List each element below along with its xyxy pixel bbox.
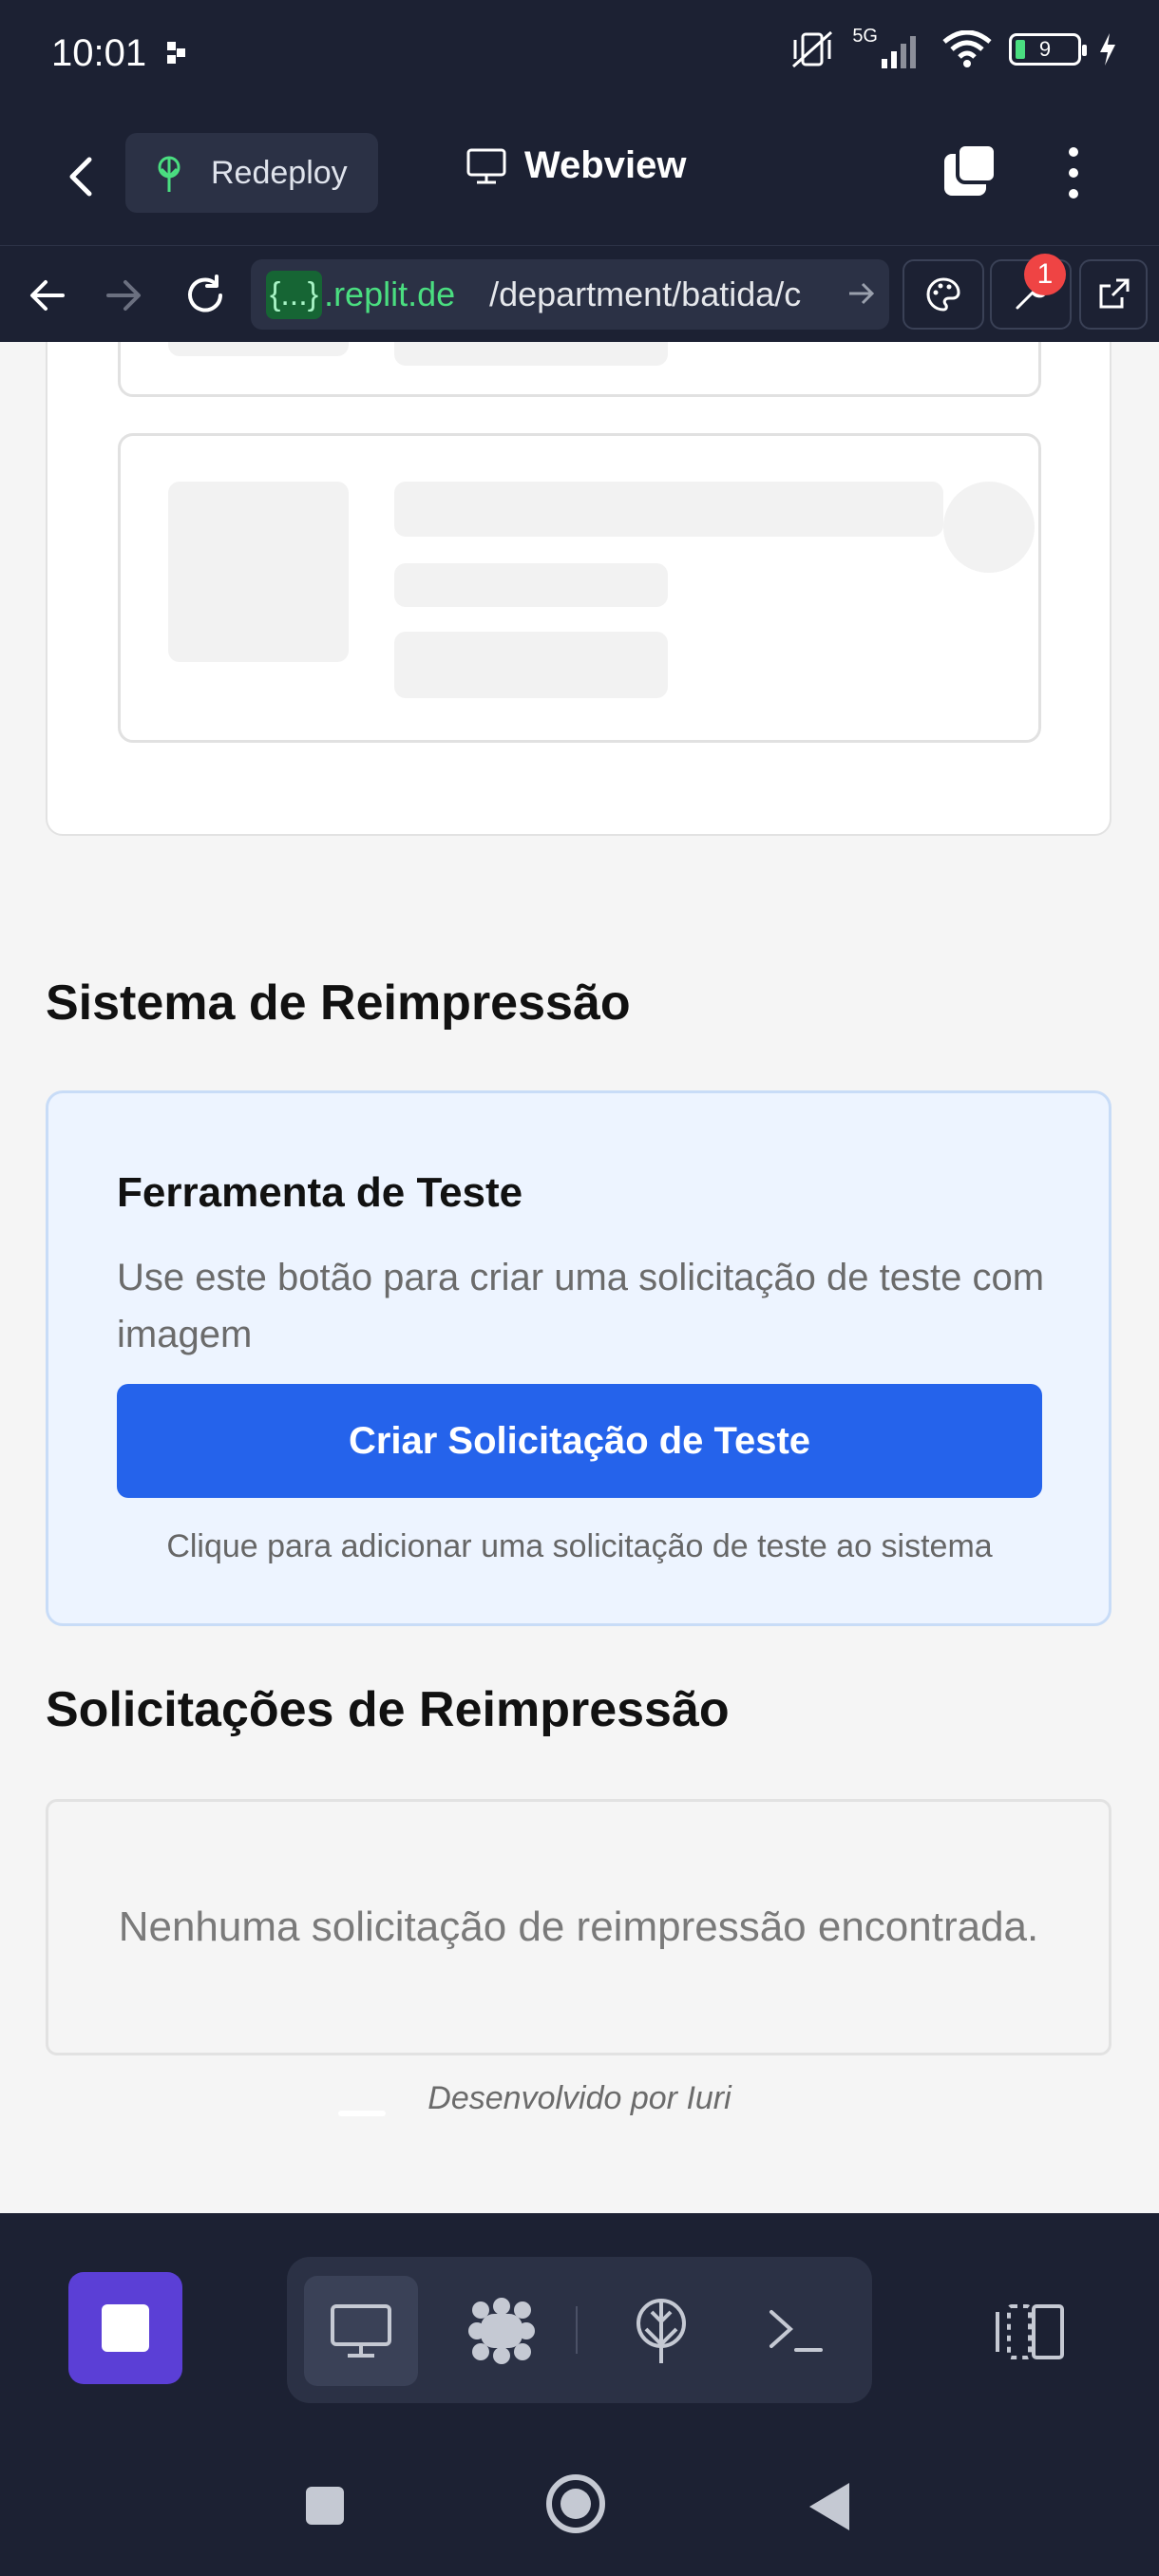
agent-icon	[468, 2298, 535, 2364]
tool-switcher	[287, 2257, 872, 2403]
redeploy-label: Redeploy	[211, 154, 348, 191]
browser-forward-button[interactable]	[95, 267, 152, 324]
terminal-icon	[770, 2310, 823, 2352]
test-tool-title: Ferramenta de Teste	[117, 1169, 523, 1216]
skeleton-thumb	[168, 482, 349, 662]
arrow-left-icon	[30, 280, 65, 311]
network-type: 5G	[852, 25, 878, 47]
status-bar: 10:01 5G 9	[0, 0, 1159, 112]
panel-layout-icon[interactable]	[990, 2299, 1068, 2365]
skeleton-thumb	[168, 342, 349, 356]
status-icons: 5G 9	[789, 25, 1117, 70]
webview-label: Webview	[524, 144, 687, 186]
battery-icon: 9	[1009, 33, 1087, 66]
test-tool-description: Use este botão para criar uma solicitaçã…	[117, 1257, 1045, 1355]
redeploy-button[interactable]: Redeploy	[125, 133, 378, 213]
back-icon[interactable]	[55, 146, 108, 207]
browser-back-button[interactable]	[19, 267, 76, 324]
system-back-icon[interactable]	[808, 2481, 851, 2532]
recents-icon[interactable]	[304, 2485, 346, 2527]
empty-message: Nenhuma solicitação de reimpressão encon…	[118, 1904, 1039, 1950]
test-tool-hint: Clique para adicionar uma solicitação de…	[166, 1528, 993, 1564]
wifi-icon	[942, 30, 992, 67]
url-bar: {...} .replit.de /department/batida/c 1	[0, 245, 1159, 342]
home-icon[interactable]	[545, 2473, 606, 2534]
url-path: /department/batida/c	[489, 275, 802, 313]
url-domain: .replit.de	[324, 275, 456, 313]
stop-icon	[102, 2304, 149, 2352]
reload-icon	[188, 275, 222, 313]
skeleton-line	[394, 342, 668, 366]
monitor-icon	[331, 2304, 391, 2358]
skeleton-line	[394, 482, 943, 537]
external-link-icon	[1099, 278, 1130, 309]
reload-button[interactable]	[177, 267, 234, 324]
active-tab-indicator	[338, 2111, 386, 2116]
bottom-toolbar	[0, 2213, 1159, 2441]
webview-content: Sistema de Reimpressão Ferramenta de Tes…	[0, 342, 1159, 2213]
charging-icon	[1100, 33, 1115, 66]
signal-icon	[882, 36, 916, 68]
monitor-icon	[466, 148, 506, 183]
palette-icon	[926, 277, 960, 312]
android-nav-bar	[0, 2441, 1159, 2576]
repl-badge: {...}	[266, 270, 323, 319]
webview-title: Webview	[466, 144, 686, 187]
deploy-tool-button[interactable]	[604, 2276, 718, 2386]
skeleton-card	[118, 342, 1041, 397]
test-tool-card: Ferramenta de Teste Use este botão para …	[46, 1090, 1112, 1626]
open-external-button[interactable]	[1079, 259, 1148, 330]
app-header: Redeploy Webview	[0, 112, 1159, 245]
loading-skeleton-panel	[46, 342, 1112, 836]
skeleton-line	[394, 563, 668, 607]
create-test-request-button[interactable]: Criar Solicitação de Teste	[117, 1384, 1042, 1498]
deploy-icon	[158, 156, 180, 192]
vibrate-off-icon	[792, 30, 833, 68]
shell-tool-button[interactable]	[739, 2276, 853, 2386]
webview-tool-button[interactable]	[304, 2276, 418, 2386]
more-options-icon[interactable]	[1054, 142, 1092, 203]
go-arrow-icon[interactable]	[847, 276, 876, 311]
skeleton-card	[118, 433, 1041, 743]
theme-button[interactable]	[902, 259, 984, 330]
tool-divider	[576, 2306, 578, 2354]
reprint-system-title: Sistema de Reimpressão	[46, 975, 631, 1031]
skeleton-avatar	[943, 482, 1035, 573]
empty-state: Nenhuma solicitação de reimpressão encon…	[46, 1799, 1112, 2055]
notification-badge: 1	[1024, 254, 1066, 295]
skeleton-line	[394, 632, 668, 698]
arrow-right-icon	[106, 280, 141, 311]
agent-tool-button[interactable]	[445, 2276, 559, 2386]
status-time: 10:01	[51, 32, 147, 74]
reprint-requests-title: Solicitações de Reimpressão	[46, 1682, 730, 1737]
url-input[interactable]: {...} .replit.de /department/batida/c	[251, 259, 889, 330]
footer-credit: Desenvolvido por Iuri	[428, 2080, 732, 2116]
tabs-icon[interactable]	[940, 141, 999, 201]
deploy-icon	[636, 2299, 686, 2363]
notification-dots-icon	[167, 42, 185, 64]
stop-button[interactable]	[68, 2272, 182, 2384]
